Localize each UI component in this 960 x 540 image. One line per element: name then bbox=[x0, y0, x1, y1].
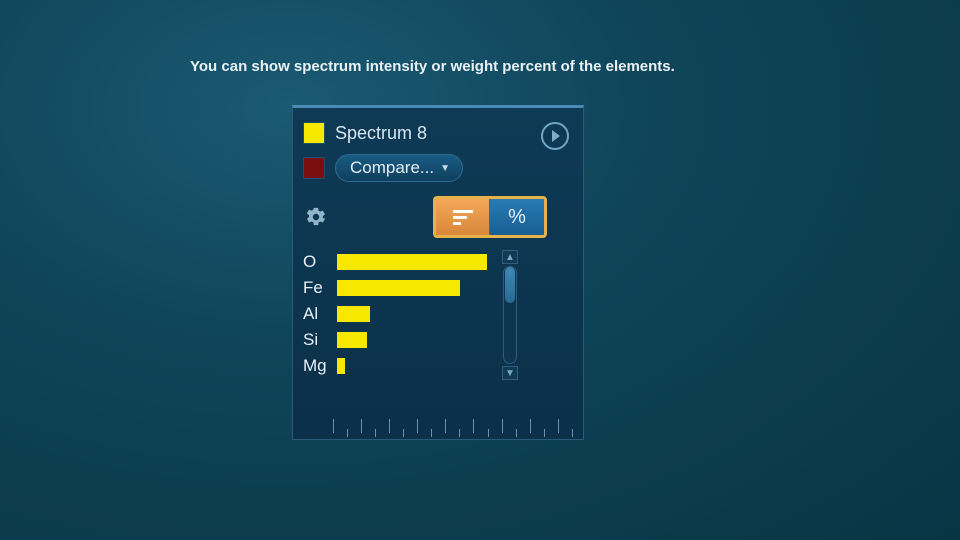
play-icon[interactable] bbox=[541, 122, 569, 150]
element-scrollbar: ▲ ▼ bbox=[501, 250, 519, 380]
scroll-track[interactable] bbox=[503, 266, 517, 364]
bar bbox=[337, 254, 487, 270]
element-label: Fe bbox=[303, 278, 329, 298]
percent-label: % bbox=[508, 206, 526, 229]
bar bbox=[337, 332, 367, 348]
tick bbox=[347, 429, 348, 437]
element-row: Mg bbox=[303, 354, 487, 378]
bars-icon bbox=[452, 208, 474, 226]
tick bbox=[445, 419, 446, 433]
tick bbox=[431, 429, 432, 437]
chevron-down-icon: ▼ bbox=[440, 163, 450, 174]
scroll-thumb[interactable] bbox=[505, 267, 515, 303]
element-row: O bbox=[303, 250, 487, 274]
tick bbox=[544, 429, 545, 437]
bar bbox=[337, 280, 460, 296]
bar-track bbox=[337, 306, 487, 322]
bar-track bbox=[337, 254, 487, 270]
scroll-up-button[interactable]: ▲ bbox=[502, 250, 518, 264]
compare-dropdown[interactable]: Compare... ▼ bbox=[335, 154, 463, 182]
bar-track bbox=[337, 358, 487, 374]
bar-track bbox=[337, 280, 487, 296]
tick bbox=[459, 429, 460, 437]
bar bbox=[337, 358, 345, 374]
instruction-caption: You can show spectrum intensity or weigh… bbox=[190, 58, 675, 75]
compare-label: Compare... bbox=[350, 158, 434, 178]
element-label: Mg bbox=[303, 356, 329, 376]
element-label: Al bbox=[303, 304, 329, 324]
compare-row: Compare... ▼ bbox=[303, 154, 573, 182]
tick bbox=[473, 419, 474, 433]
axis-ticks bbox=[333, 419, 573, 437]
spectrum-color-swatch[interactable] bbox=[303, 122, 325, 144]
view-toolbar: % bbox=[303, 196, 573, 238]
spectrum-panel: Spectrum 8 Compare... ▼ % OFeAlSiM bbox=[292, 105, 584, 440]
bar-track bbox=[337, 332, 487, 348]
percent-toggle-button[interactable]: % bbox=[490, 199, 544, 235]
element-label: O bbox=[303, 252, 329, 272]
element-chart: O Fe Al Si Mg ▲ ▼ bbox=[303, 250, 573, 380]
element-row: Si bbox=[303, 328, 487, 352]
tick bbox=[389, 419, 390, 433]
bar bbox=[337, 306, 370, 322]
gear-icon[interactable] bbox=[305, 206, 327, 228]
tick bbox=[417, 419, 418, 433]
tick bbox=[488, 429, 489, 437]
element-bar-list: O Fe Al Si Mg bbox=[303, 250, 491, 380]
spectrum-row: Spectrum 8 bbox=[303, 122, 573, 144]
view-mode-toggle: % bbox=[433, 196, 547, 238]
scroll-down-button[interactable]: ▼ bbox=[502, 366, 518, 380]
tick bbox=[502, 419, 503, 433]
tick bbox=[403, 429, 404, 437]
tick bbox=[375, 429, 376, 437]
element-label: Si bbox=[303, 330, 329, 350]
tick bbox=[530, 419, 531, 433]
element-row: Al bbox=[303, 302, 487, 326]
element-row: Fe bbox=[303, 276, 487, 300]
spectrum-name-label: Spectrum 8 bbox=[335, 123, 427, 144]
tick bbox=[516, 429, 517, 437]
compare-color-swatch[interactable] bbox=[303, 157, 325, 179]
tick bbox=[558, 419, 559, 433]
intensity-toggle-button[interactable] bbox=[436, 199, 490, 235]
tick bbox=[333, 419, 334, 433]
tick bbox=[572, 429, 573, 437]
tick bbox=[361, 419, 362, 433]
